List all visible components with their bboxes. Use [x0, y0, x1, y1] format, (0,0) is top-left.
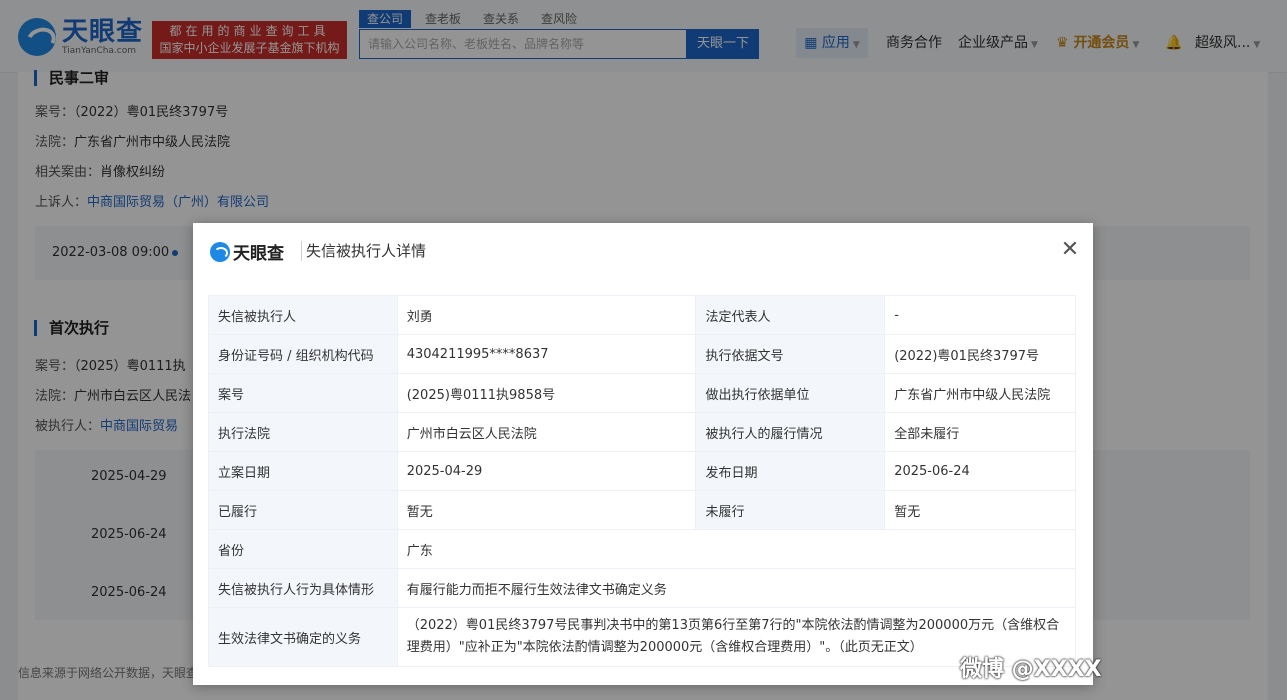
obligation-label: 生效法律文书确定的义务: [208, 607, 398, 667]
modal-title: 失信被执行人详情: [306, 242, 427, 260]
table-row: 已履行 暂无 未履行 暂无: [208, 490, 1076, 530]
field-label: 被执行人的履行情况: [695, 412, 886, 452]
province-label: 省份: [208, 529, 398, 569]
table-row: 案号 (2025)粤0111执9858号 做出执行依据单位 广东省广州市中级人民法院: [208, 373, 1076, 413]
field-value: 广东省广州市中级人民法院: [884, 373, 1076, 413]
table-row: 失信被执行人行为具体情形 有履行能力而拒不履行生效法律文书确定义务: [208, 568, 1077, 608]
field-label: 发布日期: [695, 451, 886, 491]
field-value: 2025-06-24: [884, 451, 1076, 491]
field-value: 暂无: [884, 490, 1076, 530]
field-value: 刘勇: [396, 295, 697, 335]
field-label: 身份证号码 / 组织机构代码: [208, 334, 398, 374]
field-label: 失信被执行人: [208, 295, 398, 335]
field-value: (2025)粤0111执9858号: [396, 373, 697, 413]
table-row: 生效法律文书确定的义务 （2022）粤01民终3797号民事判决书中的第13页第…: [208, 607, 1077, 667]
field-label: 做出执行依据单位: [695, 373, 886, 413]
modal-header: 天眼查 失信被执行人详情 ✕: [193, 223, 1093, 279]
table-row: 执行法院 广州市白云区人民法院 被执行人的履行情况 全部未履行: [208, 412, 1076, 452]
field-label: 执行法院: [208, 412, 398, 452]
watermark: 微博 @XXXX: [960, 657, 1102, 682]
tianyancha-logo-icon: [210, 241, 230, 262]
table-row: 省份 广东: [208, 529, 1077, 569]
field-value: 全部未履行: [884, 412, 1076, 452]
table-row: 立案日期 2025-04-29 发布日期 2025-06-24: [208, 451, 1076, 491]
field-value: -: [884, 295, 1076, 335]
field-value: 4304211995****8637: [396, 334, 697, 374]
close-icon[interactable]: ✕: [1059, 239, 1081, 261]
divider: [301, 241, 302, 261]
behavior-label: 失信被执行人行为具体情形: [208, 568, 398, 608]
field-value: (2022)粤01民终3797号: [884, 334, 1076, 374]
field-label: 法定代表人: [695, 295, 886, 335]
province-value: 广东: [396, 529, 1077, 569]
field-value: 广州市白云区人民法院: [396, 412, 697, 452]
dishonest-person-modal: 天眼查 失信被执行人详情 ✕ 失信被执行人 刘勇 法定代表人 - 身份证号码 / 组织机…: [193, 223, 1093, 685]
modal-logo: 天眼查: [210, 239, 284, 264]
detail-table: 失信被执行人 刘勇 法定代表人 - 身份证号码 / 组织机构代码 4304211995**…: [208, 295, 1077, 667]
table-row: 失信被执行人 刘勇 法定代表人 -: [208, 295, 1076, 335]
field-label: 立案日期: [208, 451, 398, 491]
field-value: 2025-04-29: [396, 451, 697, 491]
behavior-value: 有履行能力而拒不履行生效法律文书确定义务: [396, 568, 1077, 608]
field-label: 已履行: [208, 490, 398, 530]
field-label: 案号: [208, 373, 398, 413]
table-row: 身份证号码 / 组织机构代码 4304211995****8637 执行依据文号 (2…: [208, 334, 1076, 374]
field-label: 未履行: [695, 490, 886, 530]
field-label: 执行依据文号: [695, 334, 886, 374]
field-value: 暂无: [396, 490, 697, 530]
